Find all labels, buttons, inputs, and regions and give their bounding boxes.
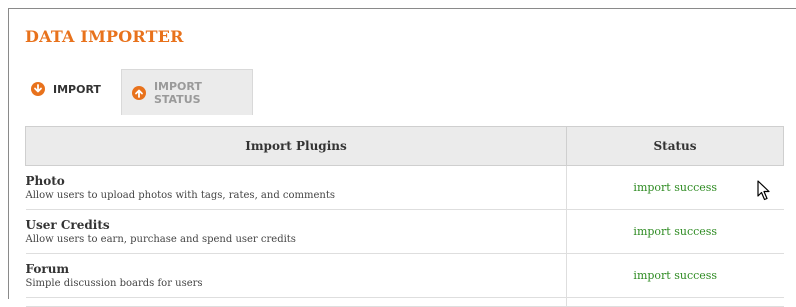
header-status: Status — [566, 126, 784, 166]
plugin-name: Photo — [25, 173, 65, 188]
tab-import[interactable]: IMPORT — [25, 69, 121, 109]
arrow-up-circle-icon — [132, 85, 146, 100]
plugin-description: Allow users to upload photos with tags, … — [25, 189, 336, 201]
table-row — [25, 297, 784, 307]
plugin-name: User Credits — [25, 217, 110, 232]
import-plugins-table: Import Plugins Status Photo Allow users … — [25, 126, 784, 307]
importer-panel: DATA IMPORTER IMPORT IMPORT STATUS Impor… — [8, 8, 796, 307]
plugin-description: Allow users to earn, purchase and spend … — [25, 233, 296, 245]
plugin-cell — [25, 297, 567, 307]
tab-import-label: IMPORT — [53, 82, 101, 96]
status-text: import success — [566, 165, 784, 210]
table-row: Forum Simple discussion boards for users… — [25, 253, 784, 298]
plugin-description: Simple discussion boards for users — [25, 277, 203, 289]
plugin-cell: User Credits Allow users to earn, purcha… — [25, 209, 567, 254]
status-text: import success — [566, 253, 784, 298]
header-import-plugins: Import Plugins — [25, 126, 567, 166]
arrow-down-circle-icon — [31, 82, 45, 96]
plugin-cell: Forum Simple discussion boards for users — [25, 253, 567, 298]
page-title: DATA IMPORTER — [25, 27, 184, 46]
table-header-row: Import Plugins Status — [25, 126, 784, 166]
tab-import-status-label: IMPORT STATUS — [153, 79, 202, 106]
status-cell — [566, 297, 784, 307]
tab-bar: IMPORT IMPORT STATUS — [25, 69, 785, 123]
mouse-cursor-icon — [757, 180, 770, 201]
table-row: User Credits Allow users to earn, purcha… — [25, 209, 784, 254]
plugin-cell: Photo Allow users to upload photos with … — [25, 165, 567, 210]
plugin-name: Forum — [25, 261, 70, 276]
status-text: import success — [566, 209, 784, 254]
tab-import-status[interactable]: IMPORT STATUS — [121, 69, 253, 115]
table-row: Photo Allow users to upload photos with … — [25, 165, 784, 210]
